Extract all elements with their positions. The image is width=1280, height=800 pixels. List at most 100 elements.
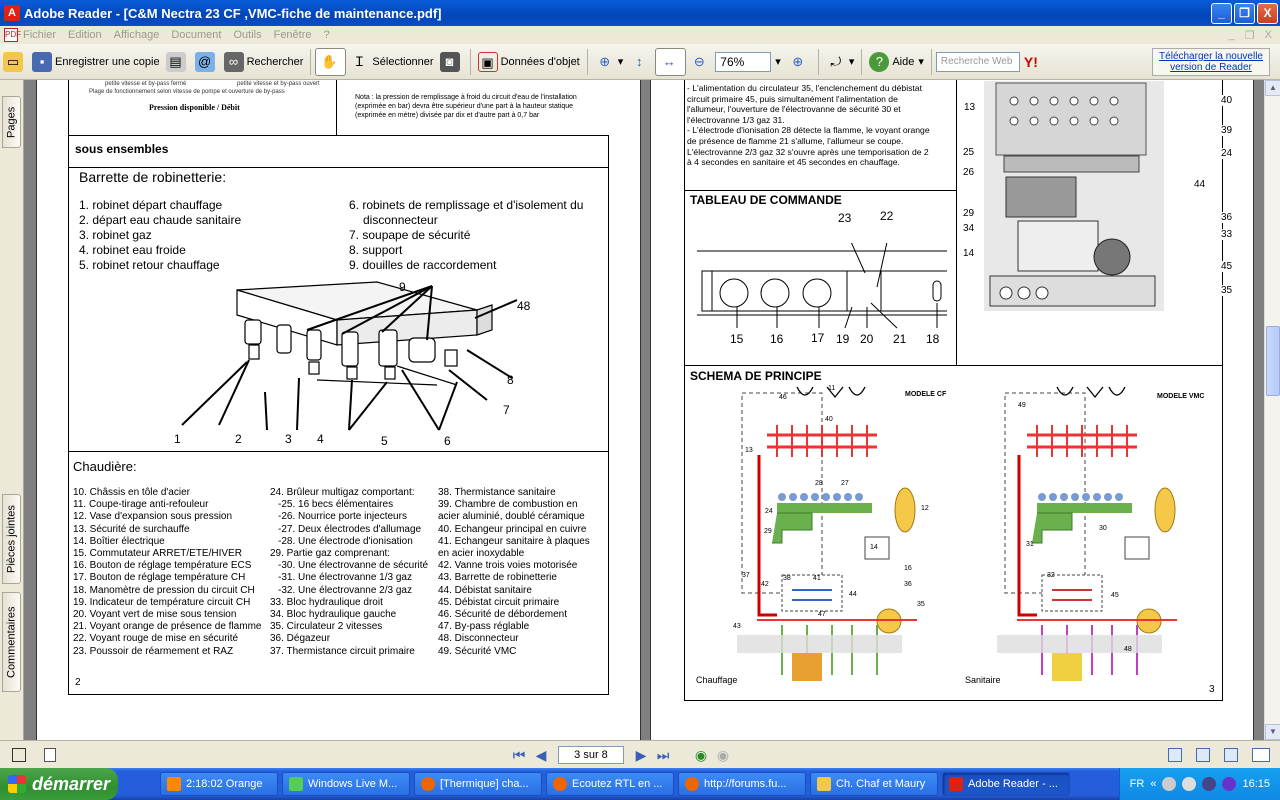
- menu-fenetre[interactable]: Fenêtre: [274, 29, 312, 41]
- menu-edition[interactable]: Edition: [68, 29, 102, 41]
- yahoo-icon[interactable]: Y!: [1024, 54, 1038, 70]
- legend-note-2: petite vitesse et by-pass ouvert: [237, 81, 320, 87]
- zoom-input[interactable]: 76%: [715, 51, 772, 72]
- scroll-down-icon[interactable]: ▼: [1265, 724, 1280, 740]
- doc-restore-button[interactable]: ❐: [1245, 29, 1255, 42]
- document-icon[interactable]: PDF: [4, 28, 21, 42]
- menu-help[interactable]: ?: [324, 29, 330, 41]
- fit-width-button[interactable]: ↔: [655, 47, 687, 76]
- task-folder[interactable]: Ch. Chaf et Maury: [810, 772, 938, 796]
- rotate-button[interactable]: ⤾ ▾: [823, 48, 858, 76]
- control-panel-diagram: [697, 243, 947, 329]
- forward-view-button[interactable]: ◉: [712, 744, 734, 766]
- clock[interactable]: 16:15: [1242, 778, 1270, 790]
- diagram-label-1: 1: [174, 432, 181, 446]
- sanitaire-caption: Sanitaire: [965, 675, 1001, 685]
- scroll-thumb[interactable]: [1266, 326, 1280, 396]
- menu-outils[interactable]: Outils: [233, 29, 261, 41]
- tab-pages[interactable]: Pages: [2, 96, 21, 148]
- facing-page-icon[interactable]: [1224, 747, 1238, 762]
- task-rtl[interactable]: Ecoutez RTL en ...: [546, 772, 674, 796]
- tab-attachments[interactable]: Pièces jointes: [2, 494, 21, 584]
- list-item: -28. Une électrode d'ionisation: [278, 535, 413, 547]
- task-windows-live[interactable]: Windows Live M...: [282, 772, 410, 796]
- save-copy-button[interactable]: ▪ Enregistrer une copie: [29, 48, 163, 76]
- schema-label: 38: [783, 575, 791, 582]
- messenger-tray-icon[interactable]: [1222, 777, 1237, 791]
- menu-document[interactable]: Document: [171, 29, 221, 41]
- list-item: 44. Débistat sanitaire: [438, 584, 532, 596]
- network-icon[interactable]: [1162, 777, 1177, 791]
- previous-page-button[interactable]: ◀: [530, 744, 552, 766]
- page-thumb-icon[interactable]: [44, 747, 56, 762]
- help-button[interactable]: ? Aide ▾: [866, 48, 927, 76]
- adobe-reader-icon[interactable]: A: [4, 5, 20, 21]
- snapshot-button[interactable]: ◙: [437, 48, 466, 76]
- page-number-input[interactable]: 3 sur 8: [558, 745, 624, 764]
- antivirus-icon[interactable]: [1202, 777, 1217, 791]
- download-reader-link[interactable]: Télécharger la nouvelle version de Reade…: [1152, 47, 1270, 76]
- list-item: 21. Voyant orange de présence de flamme: [73, 621, 262, 633]
- volume-icon[interactable]: [1182, 777, 1197, 791]
- printer-icon: ▤: [165, 51, 186, 72]
- zoom-out-button[interactable]: ⊖: [686, 48, 715, 76]
- single-page-icon[interactable]: [1168, 747, 1182, 762]
- toolbar-separator: [469, 48, 471, 75]
- vertical-scrollbar[interactable]: ▲ ▼: [1264, 80, 1280, 740]
- start-button[interactable]: démarrer: [0, 768, 118, 800]
- doc-minimize-button[interactable]: _: [1229, 29, 1235, 42]
- boiler-photo: [984, 81, 1164, 311]
- barrette-list-right: 6. robinets de remplissage et d'isolemen…: [349, 198, 599, 273]
- list-item: 7. soupape de sécurité: [349, 228, 471, 242]
- next-page-button[interactable]: ▶: [630, 744, 652, 766]
- task-forums[interactable]: http://forums.fu...: [678, 772, 806, 796]
- hand-tool-button[interactable]: ✋: [315, 47, 347, 76]
- fit-page-button[interactable]: ↕: [626, 48, 655, 76]
- email-button[interactable]: @: [192, 48, 221, 76]
- menu-fichier[interactable]: Fichier: [23, 29, 56, 41]
- list-item: 41. Echangeur sanitaire à plaques: [438, 535, 590, 547]
- list-item: 45. Débistat circuit primaire: [438, 596, 560, 608]
- minimize-button[interactable]: _: [1211, 2, 1232, 24]
- pdf-page-2: petite vitesse et by-pass fermé petite v…: [36, 80, 641, 740]
- zoom-dropdown-icon[interactable]: ▾: [775, 55, 781, 68]
- document-window-controls: _ ❐ X: [1229, 29, 1272, 42]
- zoom-in-button[interactable]: ⊕: [785, 48, 814, 76]
- diagram-label-5: 5: [381, 434, 388, 448]
- last-page-button[interactable]: ⏭: [652, 744, 674, 766]
- task-orange[interactable]: 2:18:02 Orange: [160, 772, 278, 796]
- back-view-button[interactable]: ◉: [690, 744, 712, 766]
- tray-expand-icon[interactable]: «: [1150, 778, 1156, 790]
- chaudiere-list-col3: 38. Thermistance sanitaire 39. Chambre d…: [438, 487, 606, 658]
- text-line: l'allumeur, l'ouverture de l'électrovann…: [687, 104, 901, 115]
- menu-affichage[interactable]: Affichage: [114, 29, 160, 41]
- diagram-label-48: 48: [517, 299, 531, 313]
- page-layout-icon[interactable]: [12, 747, 26, 762]
- schema-label: 16: [904, 565, 912, 572]
- maximize-button[interactable]: ❐: [1234, 2, 1255, 24]
- schema-label: 49: [1018, 402, 1026, 409]
- document-view[interactable]: petite vitesse et by-pass fermé petite v…: [24, 80, 1264, 740]
- scroll-up-icon[interactable]: ▲: [1265, 80, 1280, 96]
- task-thermique[interactable]: [Thermique] cha...: [414, 772, 542, 796]
- select-tool-button[interactable]: Ｉ Sélectionner: [346, 48, 436, 76]
- first-page-button[interactable]: ⏮: [508, 744, 530, 766]
- close-button[interactable]: X: [1257, 2, 1278, 24]
- task-adobe-reader[interactable]: Adobe Reader - ...: [942, 772, 1070, 796]
- diagram-label-3: 3: [285, 432, 292, 446]
- continuous-facing-icon[interactable]: [1252, 747, 1270, 762]
- open-button[interactable]: ▭: [0, 48, 29, 76]
- print-button[interactable]: ▤: [163, 48, 192, 76]
- web-search-input[interactable]: Recherche Web: [935, 51, 1020, 72]
- binoculars-icon: ∞: [223, 51, 244, 72]
- continuous-page-icon[interactable]: [1196, 747, 1210, 762]
- task-label: 2:18:02 Orange: [186, 778, 263, 790]
- doc-close-button[interactable]: X: [1265, 29, 1272, 42]
- tab-comments[interactable]: Commentaires: [2, 592, 21, 692]
- search-button[interactable]: ∞ Rechercher: [221, 48, 307, 76]
- chevron-down-icon: ▾: [918, 56, 924, 68]
- language-indicator[interactable]: FR: [1130, 778, 1145, 790]
- object-data-button[interactable]: ▣ Données d'objet: [475, 48, 583, 76]
- zoom-tool-button[interactable]: ⊕ ▾: [592, 48, 627, 76]
- schema-label: 36: [904, 581, 912, 588]
